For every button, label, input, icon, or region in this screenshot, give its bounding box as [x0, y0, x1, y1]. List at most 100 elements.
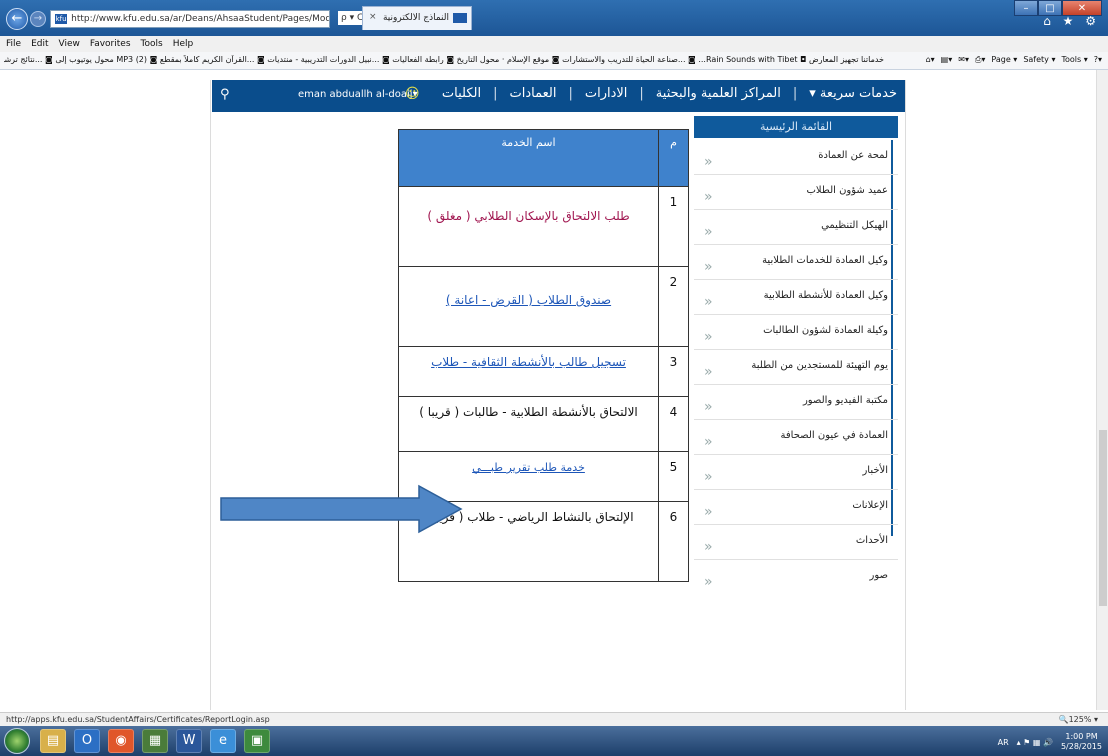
- language-indicator[interactable]: AR: [998, 738, 1009, 747]
- chevron-left-icon: «: [704, 154, 713, 170]
- taskbar: ▤ O ◉ ▦ W e ▣ AR ▴ ⚑ ▦ 🔊 1:00 PM 5/28/20…: [0, 726, 1108, 756]
- row-number: 6: [658, 501, 689, 582]
- service-name-cell[interactable]: صندوق الطلاب ( القرض - اعانة ): [398, 266, 659, 347]
- scrollbar-thumb[interactable]: [1099, 430, 1107, 606]
- table-row: الالتحاق بالأنشطة الطلابية - طالبات ( قر…: [398, 396, 689, 452]
- nav-colleges[interactable]: الكليات: [442, 86, 481, 101]
- service-name-cell: الالتحاق بالأنشطة الطلابية - طالبات ( قر…: [398, 396, 659, 452]
- nav-deanships[interactable]: العمادات: [509, 86, 556, 101]
- service-name-cell[interactable]: تسجيل طالب بالأنشطة الثقافية - طلاب: [398, 346, 659, 397]
- menu-item[interactable]: صور «: [694, 560, 898, 595]
- row-number: 3: [658, 346, 689, 397]
- clock[interactable]: 1:00 PM 5/28/2015: [1061, 732, 1102, 752]
- chevron-left-icon: «: [704, 434, 713, 450]
- help-icon[interactable]: ?▾: [1094, 55, 1102, 65]
- main-menu-title: القائمة الرئيسية: [694, 116, 898, 138]
- minimize-button[interactable]: –: [1014, 0, 1038, 16]
- nav-separator: |: [639, 86, 644, 101]
- menu-help[interactable]: Help: [173, 39, 194, 49]
- nav-quick-services[interactable]: خدمات سريعة ▾: [809, 86, 897, 101]
- safety-menu[interactable]: Safety ▾: [1023, 55, 1055, 65]
- browser-tab[interactable]: النماذج الالكترونية ×: [362, 6, 472, 30]
- word-icon[interactable]: W: [176, 729, 202, 753]
- menu-item[interactable]: وكيل العمادة للأنشطة الطلابية «: [694, 280, 898, 315]
- start-button[interactable]: [4, 728, 30, 754]
- favorites-bar: خدماتنا تجهيز المعارض ◘ Rain Sounds with…: [0, 52, 1108, 70]
- page-border-right: [905, 80, 906, 710]
- clock-time: 1:00 PM: [1065, 732, 1098, 741]
- service-link[interactable]: تسجيل طالب بالأنشطة الثقافية - طلاب: [431, 355, 626, 369]
- page-menu[interactable]: Page ▾: [991, 55, 1017, 65]
- row-number: 5: [658, 451, 689, 502]
- menu-edit[interactable]: Edit: [31, 39, 48, 49]
- favorites-links[interactable]: خدماتنا تجهيز المعارض ◘ Rain Sounds with…: [4, 55, 884, 64]
- close-window-button[interactable]: ✕: [1062, 0, 1102, 16]
- command-bar: ⌂▾ ▤▾ ✉▾ ⎙▾ Page ▾ Safety ▾ Tools ▾ ?▾: [926, 55, 1102, 65]
- col-header-number: م: [658, 129, 689, 187]
- home-icon[interactable]: ⌂▾: [926, 55, 935, 65]
- menu-item[interactable]: الأحداث «: [694, 525, 898, 560]
- tab-title: النماذج الالكترونية: [382, 13, 449, 23]
- chevron-left-icon: «: [704, 399, 713, 415]
- chevron-left-icon: «: [704, 469, 713, 485]
- service-name-cell[interactable]: طلب الالتحاق بالإسكان الطلابي ( مغلق ): [398, 186, 659, 267]
- user-menu[interactable]: eman abduallh al-doaij▾: [298, 89, 418, 100]
- site-top-nav: ⚲ eman abduallh al-doaij▾ ☺ الكليات | ال…: [212, 80, 905, 112]
- menu-item[interactable]: مكتبة الفيديو والصور «: [694, 385, 898, 420]
- tab-close-icon[interactable]: ×: [369, 12, 377, 22]
- nav-research-centers[interactable]: المراكز العلمية والبحثية: [656, 86, 781, 101]
- address-url[interactable]: http://www.kfu.edu.sa/ar/Deans/AhsaaStud…: [71, 14, 329, 24]
- person-icon: ☺: [405, 86, 420, 102]
- back-button[interactable]: ←: [6, 8, 28, 30]
- tray-icons[interactable]: ▴ ⚑ ▦ 🔊: [1017, 738, 1053, 747]
- zoom-level[interactable]: 🔍125% ▾: [1059, 715, 1098, 724]
- search-icon[interactable]: ⚲: [220, 87, 230, 102]
- menu-item[interactable]: وكيل العمادة للخدمات الطلابية «: [694, 245, 898, 280]
- menu-item[interactable]: لمحة عن العمادة «: [694, 140, 898, 175]
- service-link[interactable]: صندوق الطلاب ( القرض - اعانة ): [446, 293, 611, 307]
- browser-title-bar: ← → kfu http://www.kfu.edu.sa/ar/Deans/A…: [0, 0, 1108, 36]
- chevron-left-icon: «: [704, 329, 713, 345]
- site-favicon: kfu: [55, 14, 68, 24]
- menu-item[interactable]: عميد شؤون الطلاب «: [694, 175, 898, 210]
- chrome-icon[interactable]: ◉: [108, 729, 134, 753]
- menu-view[interactable]: View: [59, 39, 80, 49]
- print-icon[interactable]: ⎙▾: [975, 55, 985, 65]
- menu-bar: File Edit View Favorites Tools Help: [0, 36, 1108, 52]
- mail-icon[interactable]: ✉▾: [958, 55, 969, 65]
- table-row: طلب الالتحاق بالإسكان الطلابي ( مغلق ) 1: [398, 186, 689, 267]
- file-explorer-icon[interactable]: ▤: [40, 729, 66, 753]
- menu-item[interactable]: الأخبار «: [694, 455, 898, 490]
- service-link[interactable]: خدمة طلب تقرير طبـــي: [472, 461, 585, 474]
- menu-item[interactable]: وكيلة العمادة لشؤون الطالبات «: [694, 315, 898, 350]
- menu-favorites[interactable]: Favorites: [90, 39, 131, 49]
- table-row: تسجيل طالب بالأنشطة الثقافية - طلاب 3: [398, 346, 689, 397]
- internet-explorer-icon[interactable]: e: [210, 729, 236, 753]
- chevron-left-icon: «: [704, 539, 713, 555]
- table-row: صندوق الطلاب ( القرض - اعانة ) 2: [398, 266, 689, 347]
- tab-favicon: [453, 13, 467, 23]
- tools-menu[interactable]: Tools ▾: [1061, 55, 1087, 65]
- chevron-left-icon: «: [704, 224, 713, 240]
- menu-file[interactable]: File: [6, 39, 21, 49]
- annotation-arrow-icon: [220, 484, 463, 534]
- maximize-button[interactable]: □: [1038, 0, 1062, 16]
- app-icon[interactable]: ▦: [142, 729, 168, 753]
- menu-item[interactable]: العمادة في عيون الصحافة «: [694, 420, 898, 455]
- forward-button[interactable]: →: [30, 11, 46, 27]
- menu-tools[interactable]: Tools: [141, 39, 163, 49]
- outlook-icon[interactable]: O: [74, 729, 100, 753]
- feeds-icon[interactable]: ▤▾: [941, 55, 953, 65]
- service-link[interactable]: طلب الالتحاق بالإسكان الطلابي ( مغلق ): [427, 209, 629, 223]
- vertical-scrollbar[interactable]: [1096, 70, 1108, 710]
- main-menu-list: لمحة عن العمادة « عميد شؤون الطلاب « الهيك…: [694, 140, 898, 595]
- menu-item[interactable]: الهيكل التنظيمي «: [694, 210, 898, 245]
- row-number: 4: [658, 396, 689, 452]
- address-bar[interactable]: kfu http://www.kfu.edu.sa/ar/Deans/Ahsaa…: [50, 10, 330, 28]
- menu-item[interactable]: يوم التهيئة للمستجدين من الطلبة «: [694, 350, 898, 385]
- system-tray: AR ▴ ⚑ ▦ 🔊 1:00 PM 5/28/2015: [998, 732, 1102, 752]
- image-app-icon[interactable]: ▣: [244, 729, 270, 753]
- page-border-left: [210, 80, 211, 710]
- nav-administrations[interactable]: الادارات: [585, 86, 628, 101]
- menu-item[interactable]: الإعلانات «: [694, 490, 898, 525]
